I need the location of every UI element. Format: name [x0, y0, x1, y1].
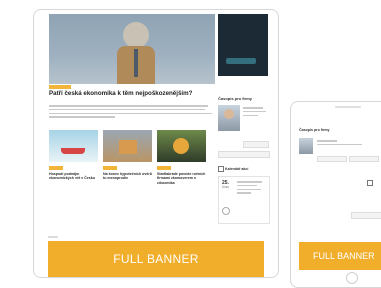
calendar-more-icon[interactable]	[222, 207, 230, 215]
article-thumbnail-2[interactable]	[103, 130, 152, 162]
boat-shape	[61, 148, 85, 154]
tablet-speaker	[335, 106, 361, 108]
full-banner[interactable]: FULL BANNER	[48, 241, 264, 277]
calendar-event-lines	[237, 181, 265, 196]
author-text-lines	[243, 107, 268, 118]
tablet-calendar-icon	[367, 180, 373, 186]
house-shape	[119, 140, 137, 154]
category-tag-3	[157, 166, 171, 170]
sidebar-button[interactable]	[243, 141, 269, 148]
figure-tie	[134, 49, 138, 77]
main-headline[interactable]: Patří česká ekonomika k těm nejpoškozeně…	[49, 90, 219, 97]
article-thumbnail-3[interactable]	[157, 130, 206, 162]
article-thumbnail-1[interactable]	[49, 130, 98, 162]
tablet-button-1[interactable]	[317, 156, 347, 162]
tablet-full-banner[interactable]: FULL BANNER	[299, 242, 381, 270]
article-title-1[interactable]: Hospodí podnájm ekonomických vět v Česku	[49, 172, 99, 181]
calendar-title: Kalendář akcí	[225, 167, 249, 171]
tablet-button-2[interactable]	[349, 156, 379, 162]
author-photo[interactable]	[218, 105, 240, 131]
article-title-3[interactable]: Startlakrade povede ročních firmami zkom…	[157, 172, 207, 185]
ad-graphic	[226, 58, 256, 64]
tablet-author-photo[interactable]	[299, 138, 313, 154]
calendar-icon	[218, 166, 224, 172]
category-tag-2	[103, 166, 117, 170]
figure-head	[123, 22, 149, 48]
coin-shape	[173, 138, 189, 154]
category-tag-1	[49, 166, 63, 170]
tablet-sidebar-title: Časopis pro firmy	[299, 128, 330, 132]
calendar-month: ŘÍJEN	[222, 186, 230, 189]
article-title-2[interactable]: Na konec hypotečních úvěrů tu menoprodiv	[103, 172, 153, 181]
sidebar-link-bar[interactable]	[218, 151, 270, 158]
desktop-mockup: Patří česká ekonomika k těm nejpoškozeně…	[33, 9, 279, 278]
sidebar-title: Časopis pro firmy	[218, 96, 253, 101]
tablet-mockup: Časopis pro firmy FULL BANNER	[290, 101, 381, 288]
hero-image[interactable]	[49, 14, 215, 84]
article-excerpt-lines	[49, 105, 215, 120]
banner-label	[48, 236, 58, 238]
side-advertisement[interactable]	[218, 14, 268, 76]
tablet-home-button[interactable]	[346, 272, 358, 284]
calendar-event-card[interactable]: 25. ŘÍJEN	[218, 176, 270, 224]
tablet-text-lines	[317, 140, 367, 148]
tablet-link-bar[interactable]	[351, 212, 381, 219]
category-tag	[49, 85, 71, 89]
